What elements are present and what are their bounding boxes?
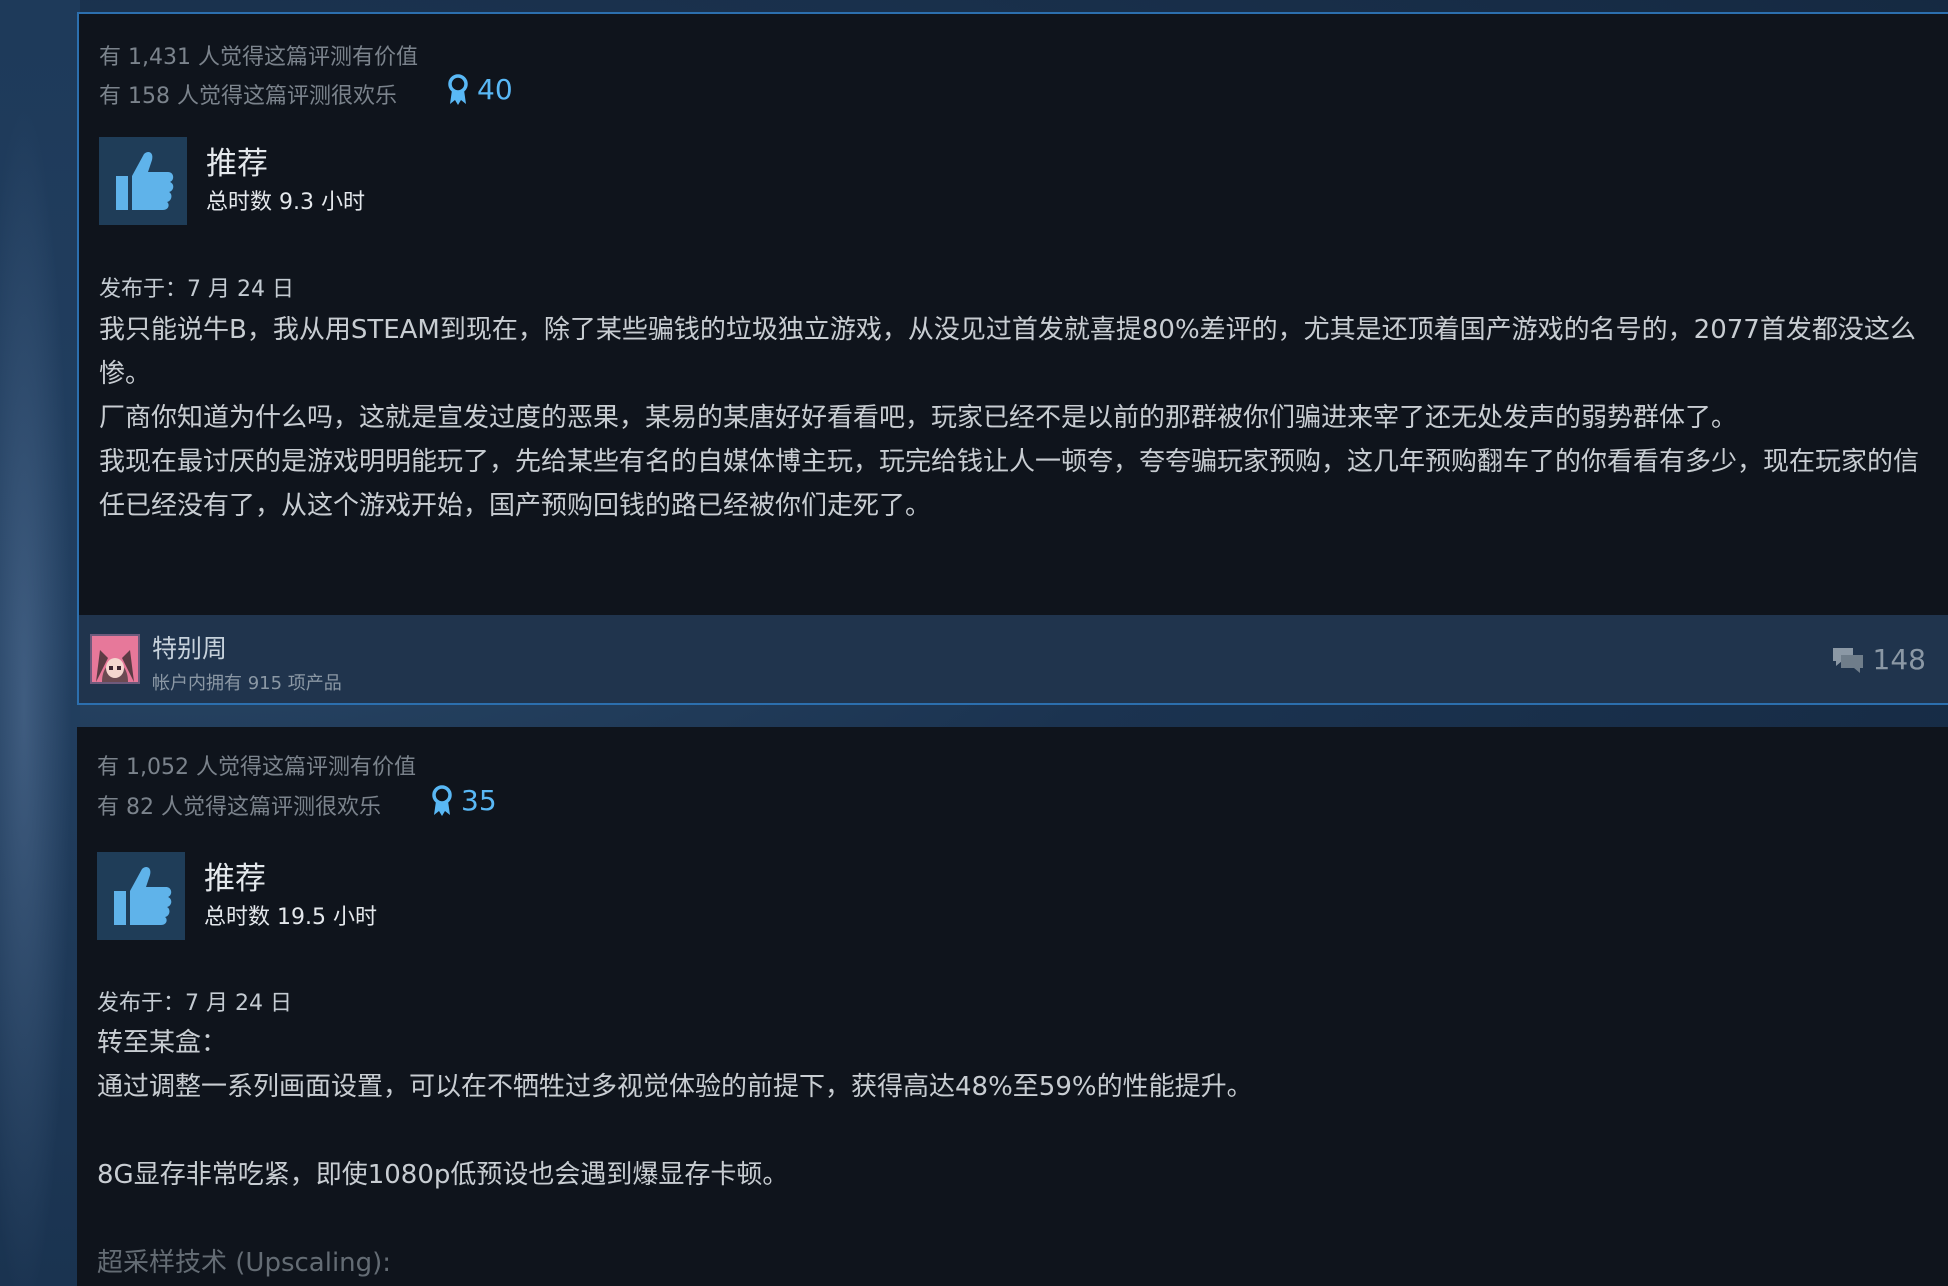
verdict-label: 推荐 <box>204 861 266 897</box>
playtime-hours: 总时数 9.3 小时 <box>206 190 365 215</box>
background-art <box>0 0 80 1286</box>
author-name[interactable]: 特别周 <box>152 629 227 665</box>
author-products: 帐户内拥有 915 项产品 <box>152 673 342 694</box>
avatar[interactable] <box>90 634 140 684</box>
review-paragraph: 我只能说牛B，我从用STEAM到现在，除了某些骗钱的垃圾独立游戏，从没见过首发就… <box>99 315 1916 389</box>
review-body: 转至某盒： 通过调整一系列画面设置，可以在不牺牲过多视觉体验的前提下，获得高达4… <box>97 1021 1928 1285</box>
funny-count: 有 158 人觉得这篇评测很欢乐 <box>99 84 397 109</box>
award-ribbon-icon <box>432 784 452 816</box>
review-paragraph: 我现在最讨厌的是游戏明明能玩了，先给某些有名的自媒体博主玩，玩完给钱让人一顿夸，… <box>99 447 1920 521</box>
comment-count: 148 <box>1872 643 1926 676</box>
award-count: 35 <box>461 784 497 817</box>
author-bar: 特别周 帐户内拥有 915 项产品 148 <box>79 615 1948 703</box>
vote-header[interactable]: 推荐 总时数 19.5 小时 <box>97 852 377 940</box>
posted-date: 发布于：7 月 24 日 <box>99 277 294 302</box>
review-paragraph: 通过调整一系列画面设置，可以在不牺牲过多视觉体验的前提下，获得高达48%至59%… <box>97 1072 1253 1102</box>
playtime-hours: 总时数 19.5 小时 <box>204 905 377 930</box>
comments-link[interactable]: 148 <box>1831 643 1926 676</box>
speech-bubbles-icon <box>1832 647 1863 673</box>
helpful-count: 有 1,431 人觉得这篇评测有价值 <box>99 45 418 70</box>
verdict-label: 推荐 <box>206 146 268 182</box>
award-button[interactable]: 35 <box>431 784 497 817</box>
helpful-count: 有 1,052 人觉得这篇评测有价值 <box>97 755 416 780</box>
posted-date: 发布于：7 月 24 日 <box>97 991 292 1016</box>
award-count: 40 <box>477 73 513 106</box>
review-card: 有 1,052 人觉得这篇评测有价值 有 82 人觉得这篇评测很欢乐 35 推荐… <box>77 727 1948 1286</box>
award-ribbon-icon <box>448 73 468 105</box>
review-paragraph: 厂商你知道为什么吗，这就是宣发过度的恶果，某易的某唐好好看看吧，玩家已经不是以前… <box>99 403 1738 433</box>
review-paragraph: 转至某盒： <box>97 1028 228 1058</box>
review-paragraph: 8G显存非常吃紧，即使1080p低预设也会遇到爆显存卡顿。 <box>97 1160 789 1190</box>
thumbs-up-icon <box>97 852 185 940</box>
vote-header[interactable]: 推荐 总时数 9.3 小时 <box>99 137 365 225</box>
award-button[interactable]: 40 <box>447 73 513 106</box>
review-paragraph: 超采样技术 (Upscaling): <box>97 1248 392 1278</box>
review-card: 有 1,431 人觉得这篇评测有价值 有 158 人觉得这篇评测很欢乐 40 推… <box>77 12 1948 705</box>
funny-count: 有 82 人觉得这篇评测很欢乐 <box>97 795 381 820</box>
review-body: 我只能说牛B，我从用STEAM到现在，除了某些骗钱的垃圾独立游戏，从没见过首发就… <box>99 308 1928 528</box>
thumbs-up-icon <box>99 137 187 225</box>
